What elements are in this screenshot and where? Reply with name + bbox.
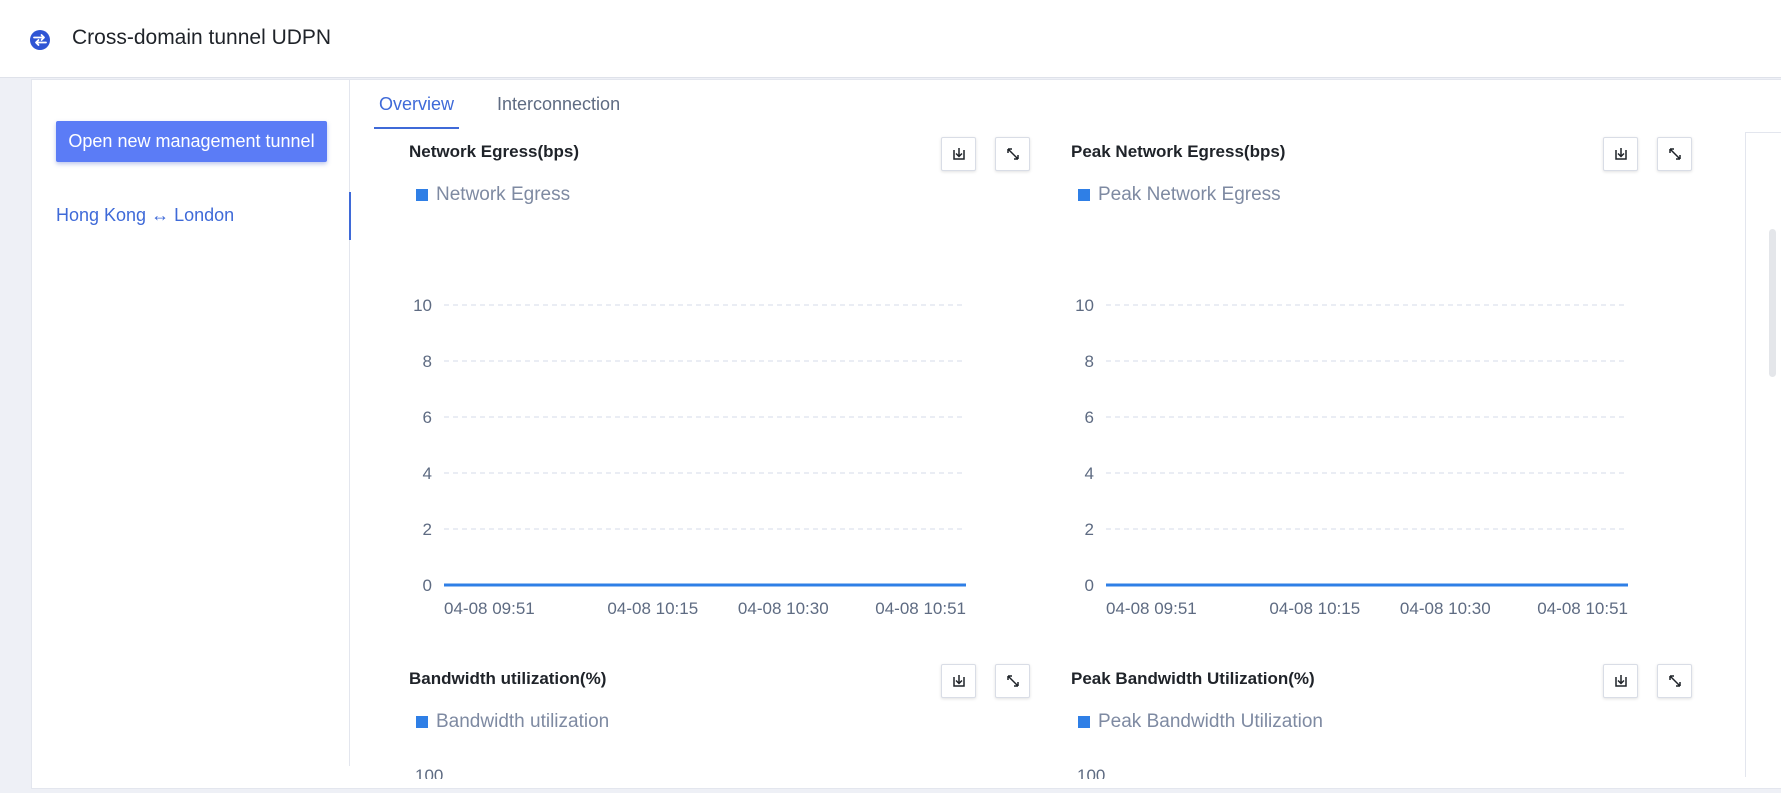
y-tick-label: 4: [423, 464, 432, 483]
x-tick-label: 04-08 10:30: [1400, 599, 1491, 618]
tunnel-sidebar: Open new management tunnel Hong Kong ↔ L…: [32, 80, 351, 766]
tab-interconnection[interactable]: Interconnection: [497, 94, 620, 129]
legend-label: Bandwidth utilization: [436, 711, 610, 732]
tab-overview[interactable]: Overview: [373, 94, 460, 129]
download-button[interactable]: [941, 664, 976, 698]
legend-item[interactable]: Peak Bandwidth Utilization: [1078, 711, 1323, 733]
header-bar: Cross-domain tunnel UDPN: [0, 0, 1781, 78]
scrollbar-thumb[interactable]: [1769, 229, 1776, 377]
main-panel: Open new management tunnel Hong Kong ↔ L…: [31, 79, 1781, 789]
download-icon: [952, 675, 965, 687]
chart-clip: 100: [409, 759, 1049, 779]
line-chart: 0 2 4 6 8 10 04-08 09:51 04-08 10:15 04-08 10:30…: [1075, 296, 1628, 618]
download-icon: [1614, 675, 1627, 687]
sidebar-item-tunnel[interactable]: Hong Kong ↔ London: [32, 192, 351, 240]
chart-card-peak-bandwidth-utilization: Peak Bandwidth Utilization(%) Peak Bandw…: [1071, 664, 1711, 779]
chart-card-network-egress: Network Egress(bps) Network Egress 02468…: [409, 137, 1049, 622]
y-tick-label: 4: [1085, 464, 1094, 483]
y-tick-label: 6: [423, 408, 432, 427]
x-tick-label: 04-08 10:15: [1269, 599, 1360, 618]
expand-button[interactable]: [995, 664, 1030, 698]
legend-swatch: [416, 716, 428, 728]
legend-label: Peak Bandwidth Utilization: [1098, 711, 1323, 732]
y-tick-label: 10: [413, 296, 432, 315]
chart-title: Peak Bandwidth Utilization(%): [1071, 669, 1315, 688]
y-tick-label: 100: [1077, 766, 1106, 779]
chart-clip: 100: [1071, 759, 1711, 779]
legend-swatch: [1078, 716, 1090, 728]
y-tick-label: 100: [415, 766, 444, 779]
legend-item[interactable]: Bandwidth utilization: [416, 711, 609, 733]
expand-button[interactable]: [1657, 664, 1692, 698]
swap-arrows-icon: [30, 30, 50, 50]
x-tick-label: 04-08 10:51: [875, 599, 966, 618]
chart-card-bandwidth-utilization: Bandwidth utilization(%) Bandwidth utili…: [409, 664, 1049, 779]
y-tick-label: 0: [1085, 576, 1094, 595]
y-tick-label: 8: [1085, 352, 1094, 371]
y-tick-label: 8: [423, 352, 432, 371]
active-indicator: [349, 192, 351, 240]
scroll-area: [1745, 132, 1781, 777]
expand-icon: [1668, 675, 1681, 687]
download-button[interactable]: [1603, 664, 1638, 698]
open-tunnel-button[interactable]: Open new management tunnel: [56, 121, 327, 162]
x-tick-label: 04-08 09:51: [1106, 599, 1197, 618]
x-tick-label: 04-08 10:15: [607, 599, 698, 618]
chart-card-peak-network-egress: Peak Network Egress(bps) Peak Network Eg…: [1071, 137, 1711, 622]
y-tick-label: 10: [1075, 296, 1094, 315]
y-tick-label: 6: [1085, 408, 1094, 427]
page-title: Cross-domain tunnel UDPN: [72, 26, 332, 49]
x-tick-label: 04-08 10:30: [738, 599, 829, 618]
y-tick-label: 2: [1085, 520, 1094, 539]
y-tick-label: 2: [423, 520, 432, 539]
expand-icon: [1006, 675, 1019, 687]
chart-title: Bandwidth utilization(%): [409, 669, 607, 688]
x-tick-label: 04-08 09:51: [444, 599, 535, 618]
x-tick-label: 04-08 10:51: [1537, 599, 1628, 618]
line-chart: 0 2 4 6 8 10 04-08 09:51 04-08 10:15 04-08 10:30…: [413, 296, 966, 618]
y-tick-label: 0: [423, 576, 432, 595]
tunnel-label: Hong Kong ↔ London: [56, 205, 235, 225]
